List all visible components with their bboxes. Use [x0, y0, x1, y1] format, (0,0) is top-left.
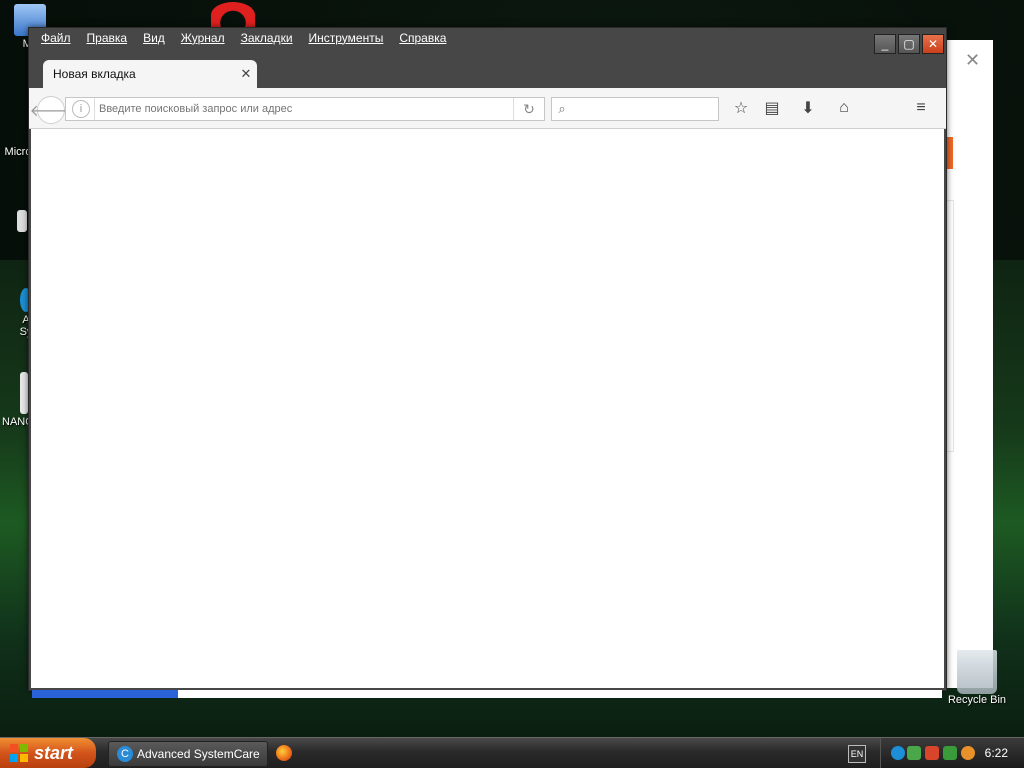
background-window: ✕: [940, 40, 993, 688]
page-load-progress-bar: [32, 690, 942, 698]
start-label: start: [34, 742, 74, 763]
system-tray: 6:22: [880, 738, 1024, 768]
menu-view[interactable]: Вид: [135, 28, 173, 50]
clock: 6:22: [984, 746, 1008, 760]
search-input[interactable]: [572, 102, 718, 116]
menu-help[interactable]: Справка: [391, 28, 454, 50]
search-icon: ⌕: [558, 101, 566, 116]
desktop-icon-label: Recycle Bin: [947, 694, 1007, 706]
firefox-icon[interactable]: [276, 745, 292, 761]
tab-title: Новая вкладка: [53, 67, 136, 81]
file-icon: [17, 210, 27, 232]
desktop-icon-recycle-bin[interactable]: Recycle Bin: [942, 650, 1012, 706]
browser-window: Файл Правка Вид Журнал Закладки Инструме…: [28, 27, 947, 691]
tab-close-icon[interactable]: ✕: [235, 66, 257, 82]
maximize-button[interactable]: ▢: [898, 34, 920, 54]
search-tray-icon[interactable]: [961, 746, 975, 760]
desktop-icon-opera[interactable]: [208, 2, 258, 30]
language-indicator[interactable]: EN: [848, 745, 866, 763]
minimize-button[interactable]: _: [874, 34, 896, 54]
minimize-icon: _: [881, 37, 889, 51]
menu-history[interactable]: Журнал: [173, 28, 233, 50]
downloads-button[interactable]: ⬇: [796, 97, 820, 119]
advanced-systemcare-icon: C: [117, 746, 133, 762]
close-icon: ✕: [927, 37, 939, 51]
maximize-icon: ▢: [903, 37, 915, 51]
hamburger-menu-icon: ≡: [916, 99, 926, 116]
window-controls: _ ▢ ✕: [874, 34, 944, 54]
menu-bookmarks[interactable]: Закладки: [233, 28, 301, 50]
nano-antivirus-icon: [20, 372, 28, 414]
taskbar-item-advanced-systemcare[interactable]: C Advanced SystemCare: [108, 741, 268, 767]
clipboard-icon: ▤: [764, 100, 780, 117]
download-icon: ⬇: [801, 100, 815, 117]
close-icon[interactable]: ✕: [965, 50, 980, 71]
menu-button[interactable]: ≡: [909, 97, 933, 119]
tab-strip: Новая вкладка ✕: [29, 54, 946, 88]
tab-new-tab[interactable]: Новая вкладка ✕: [43, 60, 257, 88]
close-button[interactable]: ✕: [922, 34, 944, 54]
menu-file[interactable]: Файл: [33, 28, 79, 50]
menu-bar: Файл Правка Вид Журнал Закладки Инструме…: [29, 28, 866, 50]
star-icon: ☆: [733, 100, 749, 117]
search-bar[interactable]: ⌕: [551, 97, 719, 121]
tools-tray-icon[interactable]: [925, 746, 939, 760]
home-button[interactable]: ⌂: [832, 97, 856, 119]
url-bar[interactable]: i ↻: [65, 97, 545, 121]
recycle-bin-icon: [957, 650, 997, 694]
start-button[interactable]: start: [0, 738, 96, 768]
page-content[interactable]: [31, 129, 944, 688]
progress-fill: [32, 690, 178, 698]
home-icon: ⌂: [839, 99, 849, 116]
menu-tools[interactable]: Инструменты: [301, 28, 392, 50]
security-tray-icon[interactable]: [907, 746, 921, 760]
reload-icon[interactable]: ↻: [513, 98, 544, 120]
systemcare-tray-icon[interactable]: [891, 746, 905, 760]
reading-list-button[interactable]: ▤: [760, 97, 784, 119]
info-icon[interactable]: i: [72, 100, 90, 118]
windows-logo-icon: [10, 744, 28, 762]
taskbar-item-label: Advanced SystemCare: [137, 747, 260, 761]
menu-edit[interactable]: Правка: [79, 28, 136, 50]
bookmark-star-button[interactable]: ☆: [729, 97, 753, 119]
taskbar: start C Advanced SystemCare EN 6:22: [0, 737, 1024, 768]
back-button[interactable]: 🡐: [30, 96, 72, 124]
navigation-toolbar: 🡐 i ↻ ⌕ ☆ ▤ ⬇ ⌂ ≡: [29, 88, 946, 129]
url-input[interactable]: [95, 102, 513, 116]
network-tray-icon[interactable]: [943, 746, 957, 760]
opera-icon: [211, 2, 255, 28]
